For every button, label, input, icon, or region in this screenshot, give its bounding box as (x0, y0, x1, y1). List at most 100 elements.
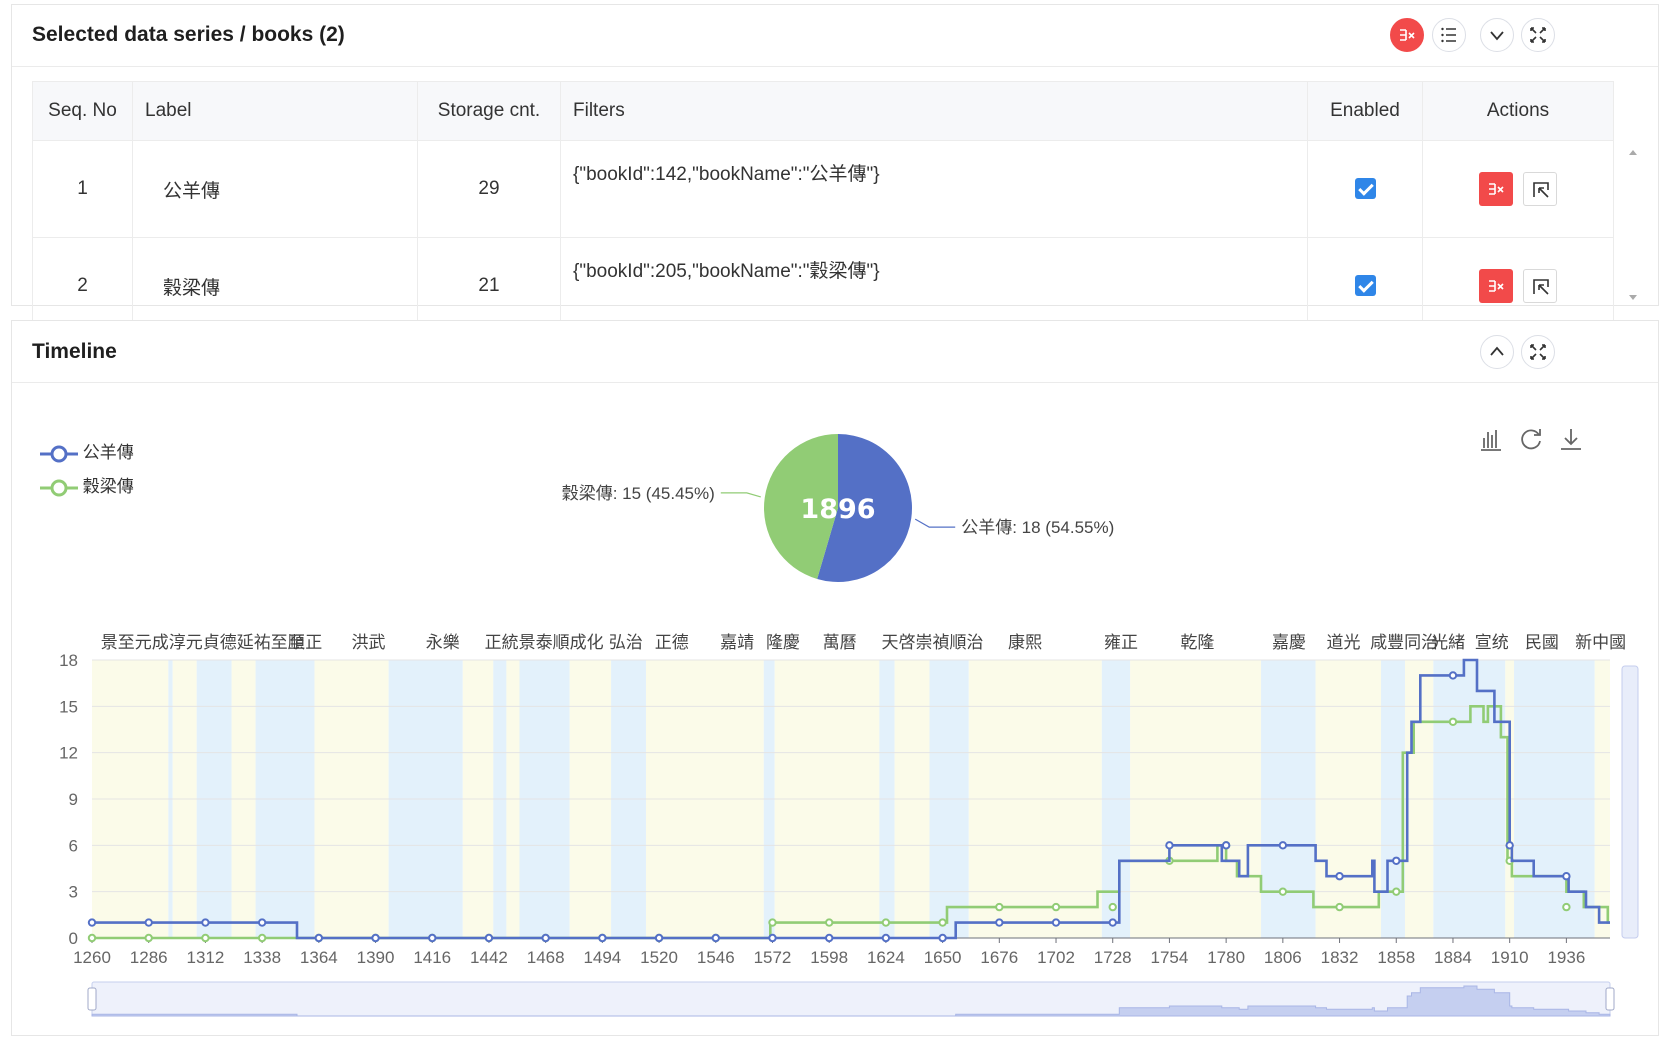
series-point[interactable] (1335, 872, 1344, 881)
series-point[interactable] (1448, 717, 1458, 726)
series-point[interactable] (1051, 918, 1061, 927)
series-point[interactable] (1505, 841, 1514, 850)
series-point[interactable] (1051, 902, 1061, 912)
series-point[interactable] (711, 933, 720, 943)
cell-actions (1422, 140, 1614, 238)
series-point[interactable] (824, 918, 834, 927)
series-point[interactable] (541, 933, 550, 943)
x-tick-label: 1442 (470, 948, 508, 967)
series-point[interactable] (144, 933, 153, 943)
era-label: 新中國 (1575, 633, 1626, 653)
x-tick-label: 1858 (1377, 948, 1415, 967)
series-point[interactable] (201, 933, 210, 943)
fullscreen-icon (1530, 344, 1546, 360)
data-zoom-handle-left[interactable] (87, 987, 97, 1011)
remove-all-button[interactable] (1390, 18, 1424, 52)
series-point[interactable] (1562, 902, 1571, 912)
series-point[interactable] (1278, 887, 1288, 896)
series-point[interactable] (938, 933, 947, 943)
scroll-up-arrow-icon (1629, 150, 1637, 155)
col-header-filters: Filters (560, 81, 1308, 141)
collapse-button[interactable] (1480, 18, 1514, 52)
series-point[interactable] (995, 902, 1004, 912)
x-tick-label: 1702 (1037, 948, 1075, 967)
pie-label-line (720, 492, 761, 498)
x-tick-label: 1494 (583, 948, 621, 967)
panel-title: Selected data series / books (2) (32, 23, 345, 46)
series-point[interactable] (371, 933, 380, 943)
x-tick-label: 1754 (1151, 948, 1189, 967)
data-zoom-handle-right[interactable] (1605, 987, 1615, 1011)
col-header-storage: Storage cnt. (417, 81, 561, 141)
open-link-icon (1532, 182, 1549, 198)
x-tick-label: 1546 (697, 948, 735, 967)
x-tick-label: 1832 (1321, 948, 1359, 967)
remove-icon (1489, 280, 1504, 292)
series-point[interactable] (1108, 902, 1117, 912)
x-tick-label: 1728 (1094, 948, 1132, 967)
col-header-enabled: Enabled (1307, 81, 1423, 141)
era-label: 景至元成淳元貞德延祐至順 (101, 633, 305, 653)
collapse-up-button[interactable] (1480, 335, 1514, 369)
series-point[interactable] (1108, 918, 1117, 927)
x-tick-label: 1572 (754, 948, 792, 967)
series-point[interactable] (598, 933, 607, 943)
chevron-down-icon (1490, 31, 1504, 41)
open-series-button[interactable] (1522, 269, 1557, 303)
series-point[interactable] (314, 933, 324, 943)
era-label: 雍正 (1104, 633, 1138, 653)
list-button[interactable] (1432, 18, 1466, 52)
fullscreen-button[interactable] (1521, 18, 1555, 52)
series-point[interactable] (144, 918, 153, 927)
chevron-up-icon (1490, 346, 1504, 356)
table-row: 1 公羊傳 29 {"bookId":142,"bookName":"公羊傳"} (32, 140, 1614, 238)
series-point[interactable] (257, 933, 267, 943)
pie-label-line (914, 518, 956, 528)
x-tick-label: 1884 (1434, 948, 1472, 967)
series-point[interactable] (1278, 841, 1288, 850)
series-point[interactable] (1448, 671, 1458, 680)
pie-chart: 公羊傳: 18 (54.55%) 穀梁傳: 15 (45.45%) 1896 (562, 434, 1114, 582)
timeline-chart: 0 3 6 9 12 15 18 1260 1286 1312 1338 1364 1390 1416 14… (59, 633, 1639, 1017)
series-point[interactable] (428, 933, 437, 943)
series-point[interactable] (1392, 887, 1401, 896)
enabled-checkbox[interactable] (1354, 275, 1376, 297)
series-point[interactable] (768, 933, 777, 943)
series-point[interactable] (1392, 856, 1401, 865)
open-link-icon (1532, 279, 1549, 295)
cell-enabled (1307, 140, 1423, 238)
era-label: 康熙 (1008, 633, 1042, 653)
series-point[interactable] (1562, 872, 1571, 881)
remove-all-icon (1400, 29, 1415, 41)
col-header-actions: Actions (1422, 81, 1614, 141)
table-scrollbar[interactable] (1626, 145, 1640, 305)
series-point[interactable] (995, 918, 1004, 927)
x-tick-label: 1338 (243, 948, 281, 967)
series-point[interactable] (654, 933, 664, 943)
series-point[interactable] (1335, 902, 1344, 912)
series-point[interactable] (768, 918, 777, 927)
x-tick-label: 1260 (73, 948, 111, 967)
remove-series-button[interactable] (1479, 172, 1514, 206)
x-tick-label: 1364 (300, 948, 338, 967)
series-point[interactable] (881, 933, 891, 943)
remove-series-button[interactable] (1479, 269, 1514, 303)
series-point[interactable] (87, 918, 97, 927)
series-point[interactable] (824, 933, 834, 943)
y-range-slider[interactable] (1621, 665, 1639, 939)
series-point[interactable] (257, 918, 267, 927)
series-point[interactable] (938, 918, 947, 927)
era-label: 萬曆 (823, 633, 857, 653)
scroll-down-arrow-icon (1629, 295, 1637, 300)
series-point[interactable] (1221, 841, 1231, 850)
cell-storage-count: 29 (417, 140, 561, 238)
series-point[interactable] (881, 918, 891, 927)
enabled-checkbox[interactable] (1354, 178, 1376, 200)
era-label: 隆慶 (766, 633, 800, 653)
series-point[interactable] (201, 918, 210, 927)
series-point[interactable] (1165, 841, 1174, 850)
series-point[interactable] (87, 933, 97, 943)
series-point[interactable] (484, 933, 494, 943)
open-series-button[interactable] (1522, 172, 1557, 206)
fullscreen-button[interactable] (1521, 335, 1555, 369)
